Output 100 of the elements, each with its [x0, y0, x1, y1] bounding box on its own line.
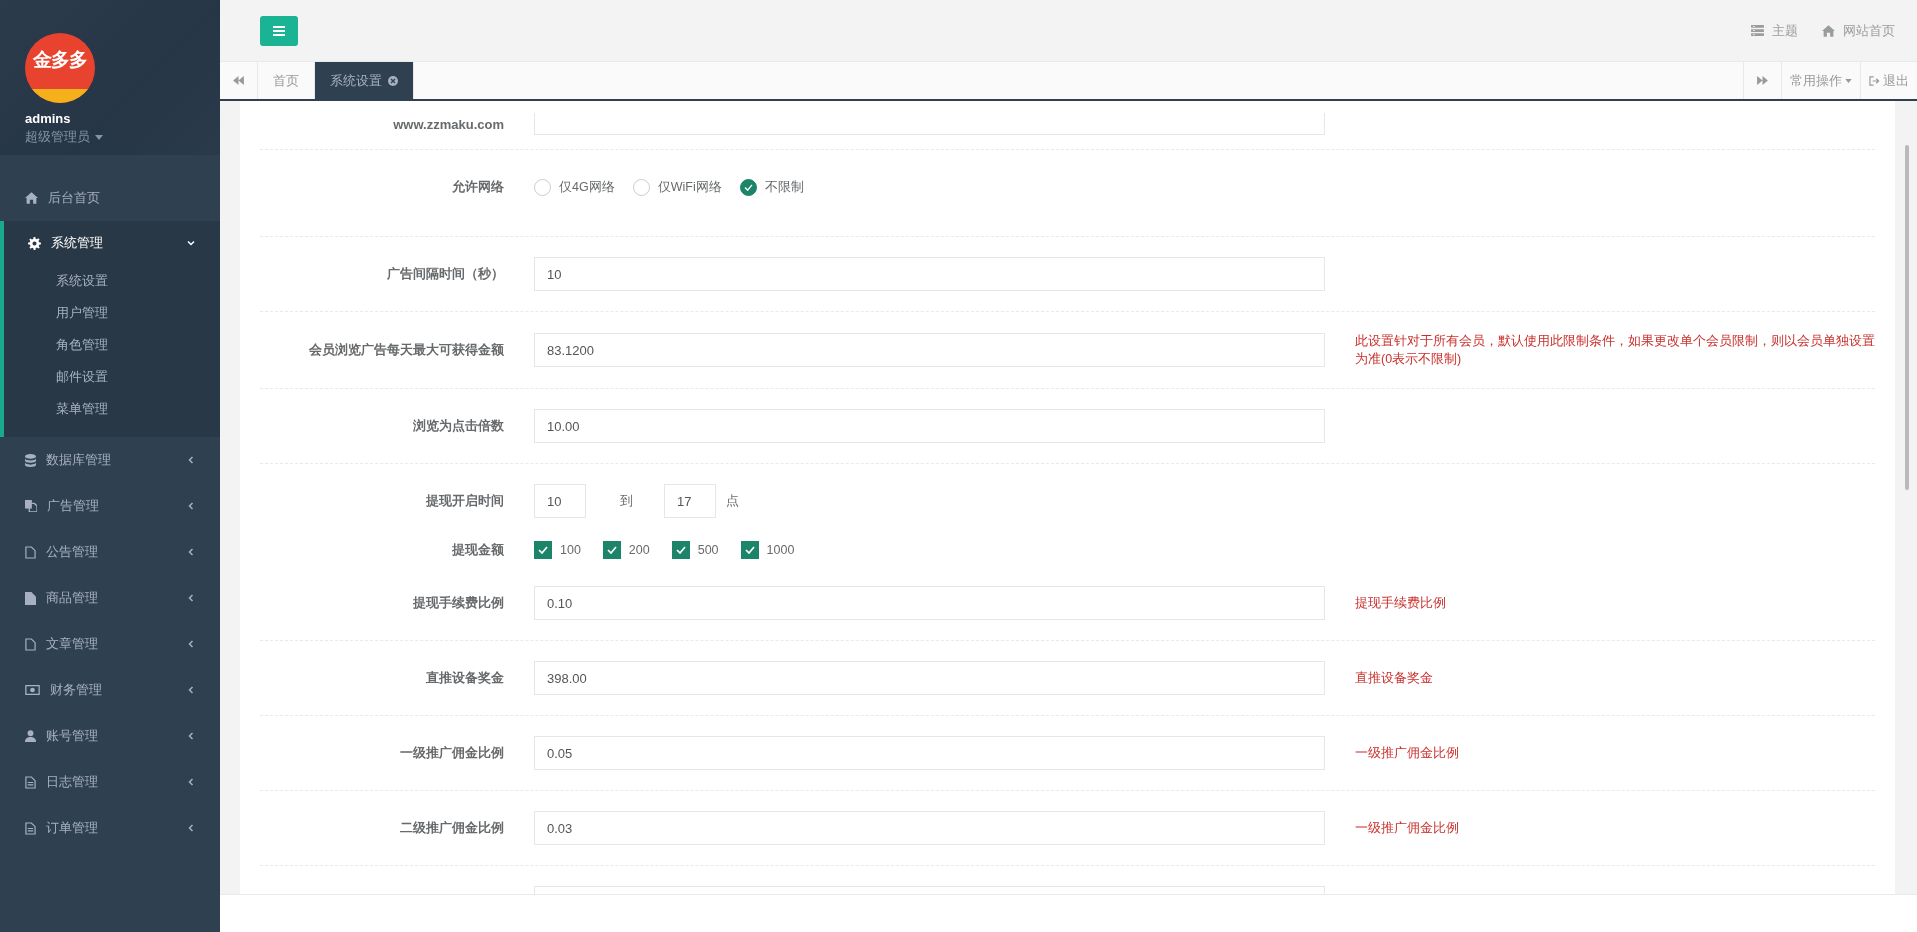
submenu-item[interactable]: 邮件设置 — [4, 361, 108, 393]
field-label: 广告间隔时间（秒） — [387, 265, 504, 283]
file-icon — [25, 637, 36, 651]
sidebar-group[interactable]: 日志管理 — [0, 759, 220, 805]
sidebar-group[interactable]: 系统管理 — [4, 221, 220, 265]
home-icon — [1822, 24, 1835, 37]
sign-out-icon — [1869, 75, 1880, 86]
submenu-item[interactable]: 用户管理 — [4, 297, 108, 329]
field-label: 提现开启时间 — [426, 492, 504, 510]
double-left-icon — [233, 76, 244, 85]
check-icon — [744, 546, 755, 554]
checkbox[interactable] — [534, 541, 552, 559]
radio-option[interactable]: 不限制 — [739, 178, 804, 196]
sidebar-item-label: 订单管理 — [46, 819, 99, 837]
field-label: www.zzmaku.com — [393, 116, 504, 132]
database-icon — [25, 453, 36, 467]
sidebar-item-label: 公告管理 — [46, 543, 99, 561]
sidebar-group[interactable]: 数据库管理 — [0, 437, 220, 483]
text-field[interactable]: 10.00 — [534, 409, 1325, 443]
checkbox-option[interactable]: 200 — [602, 541, 650, 559]
text-field[interactable] — [534, 113, 1325, 135]
text-field[interactable]: 0.10 — [534, 586, 1325, 620]
caret-icon — [1845, 78, 1852, 83]
sidebar-group[interactable]: 公告管理 — [0, 529, 220, 575]
chevron-left-icon — [187, 778, 195, 786]
help-text: 提现手续费比例 — [1355, 595, 1447, 612]
checkbox[interactable] — [740, 541, 759, 559]
sidebar-group[interactable]: 订单管理 — [0, 805, 220, 851]
help-text: 直推设备奖金 — [1355, 670, 1434, 687]
field-label: 二级推广佣金比例 — [400, 819, 504, 837]
text-field[interactable]: 398.00 — [534, 661, 1325, 695]
scrollbar-thumb[interactable] — [1905, 145, 1909, 490]
tab[interactable]: 系统设置 — [315, 62, 414, 99]
sidebar-item-label: 账号管理 — [46, 727, 99, 745]
caret-icon — [95, 134, 103, 140]
sidebar-group[interactable]: 广告管理 — [0, 483, 220, 529]
end-hour-field[interactable]: 17 — [664, 484, 716, 518]
chevron-left-icon — [187, 824, 195, 832]
text-field[interactable]: 83.1200 — [534, 333, 1325, 367]
radio-option[interactable]: 仅4G网络 — [534, 178, 615, 196]
text-field[interactable]: 10 — [534, 257, 1325, 291]
chevron-left-icon — [187, 594, 195, 602]
document-icon — [25, 775, 36, 789]
text-field[interactable]: 0.03 — [534, 811, 1325, 845]
close-icon — [388, 75, 398, 86]
file-icon — [25, 591, 36, 605]
menu-button[interactable] — [260, 15, 298, 46]
document-icon — [25, 821, 36, 835]
sidebar-group[interactable]: 文章管理 — [0, 621, 220, 667]
sidebar-item-label: 系统管理 — [51, 234, 104, 252]
double-right-icon — [1757, 76, 1768, 85]
submenu-item[interactable]: 角色管理 — [4, 329, 108, 361]
checkbox[interactable] — [671, 541, 690, 559]
range-separator: 到 — [620, 492, 633, 510]
checkbox-option[interactable]: 500 — [671, 541, 719, 559]
sidebar-item-label: 数据库管理 — [46, 451, 112, 469]
menu-icon — [273, 25, 285, 36]
checkbox[interactable] — [602, 541, 621, 559]
field-label: 提现手续费比例 — [413, 594, 504, 612]
chevron-left-icon — [187, 686, 195, 694]
chevron-left-icon — [187, 456, 195, 464]
banknote-icon — [25, 685, 40, 695]
checkbox-option[interactable]: 100 — [534, 541, 581, 559]
check-icon — [538, 546, 548, 554]
sidebar-group[interactable]: 财务管理 — [0, 667, 220, 713]
checkbox-option[interactable]: 1000 — [740, 541, 795, 559]
help-text: 此设置针对于所有会员，默认使用此限制条件，如果更改单个会员限制，则以会员单独设置为准(0表示不限制) — [1355, 333, 1875, 368]
file-icon — [25, 545, 36, 559]
start-hour-field[interactable]: 10 — [534, 484, 586, 518]
field-label: 允许网络 — [452, 178, 504, 196]
radio-option[interactable]: 仅WiFi网络 — [632, 178, 722, 196]
home-icon — [25, 192, 38, 204]
sidebar-item-label: 广告管理 — [47, 497, 100, 515]
submenu-item[interactable]: 菜单管理 — [4, 393, 108, 425]
text-field[interactable]: 0.05 — [534, 736, 1325, 770]
list-icon — [1751, 25, 1764, 36]
role-dropdown[interactable]: 超级管理员 — [25, 128, 103, 146]
sidebar-item-label: 财务管理 — [50, 681, 103, 699]
chevron-left-icon — [187, 640, 195, 648]
sidebar-item-label: 商品管理 — [46, 589, 99, 607]
field-label: 会员浏览广告每天最大可获得金额 — [309, 341, 504, 359]
sidebar-item-label: 后台首页 — [48, 189, 100, 207]
sidebar-item[interactable]: 后台首页 — [0, 175, 220, 221]
gear-icon — [28, 236, 41, 250]
chevron-left-icon — [187, 502, 195, 510]
submenu-item[interactable]: 系统设置 — [4, 265, 108, 297]
sidebar-group[interactable]: 账号管理 — [0, 713, 220, 759]
field-label: 一级推广佣金比例 — [400, 744, 504, 762]
help-text: 一级推广佣金比例 — [1355, 745, 1460, 762]
radio-button[interactable] — [739, 178, 757, 196]
help-text: 一级推广佣金比例 — [1355, 820, 1460, 837]
chevron-down-icon — [187, 239, 195, 247]
check-icon — [606, 546, 617, 554]
field-label: 提现金额 — [452, 541, 504, 559]
user-icon — [25, 730, 36, 742]
field-label: 直推设备奖金 — [426, 669, 504, 687]
unit-label: 点 — [726, 492, 739, 510]
check-icon — [675, 546, 686, 554]
sidebar-group[interactable]: 商品管理 — [0, 575, 220, 621]
user-name: admins — [25, 111, 72, 126]
